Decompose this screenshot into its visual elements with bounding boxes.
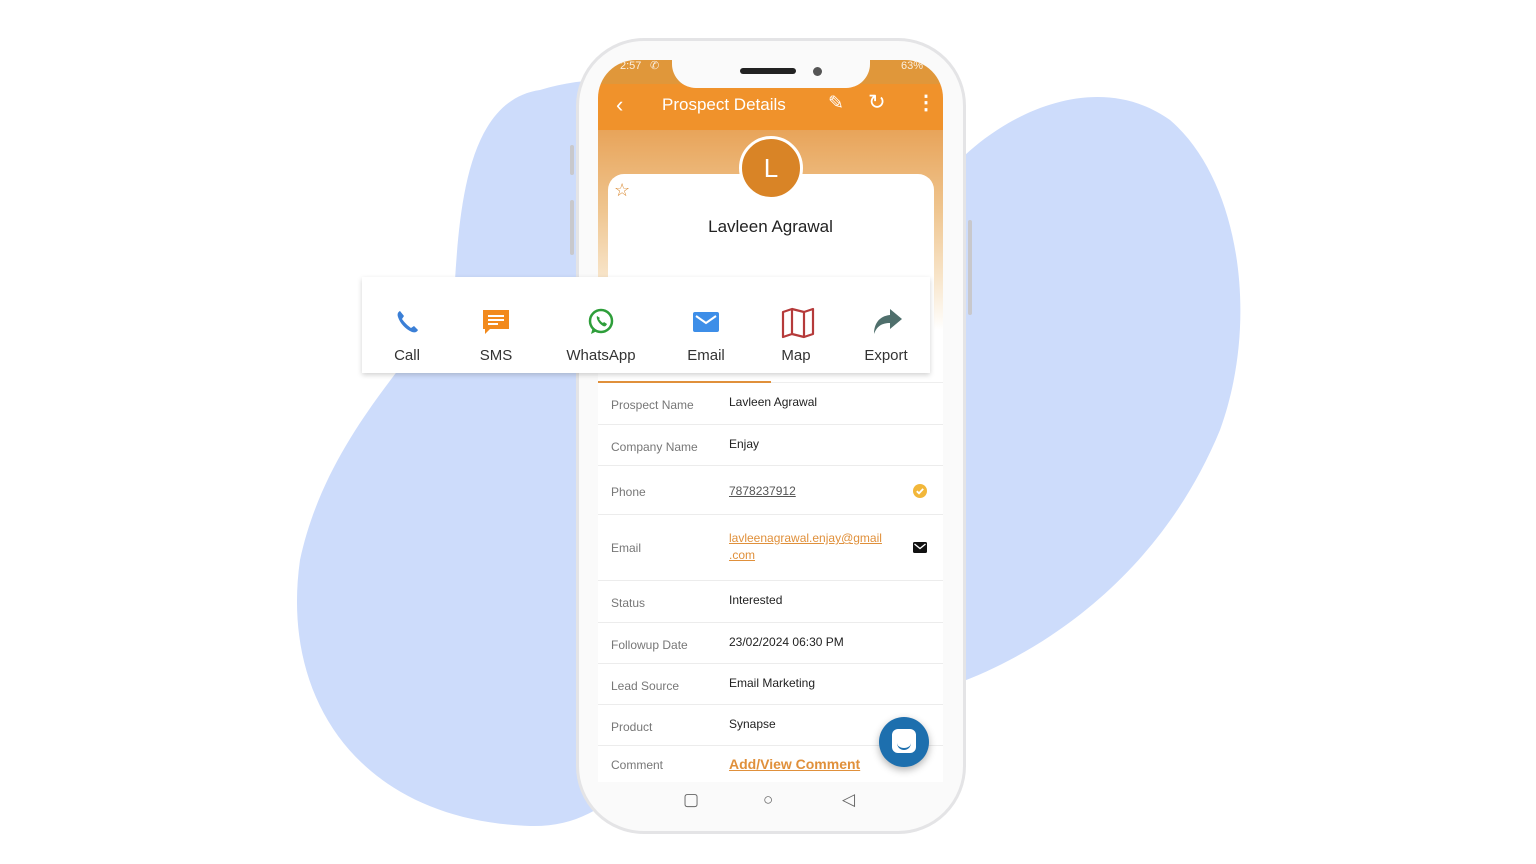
home-icon[interactable]: ○ — [763, 790, 773, 810]
refresh-icon[interactable]: ↻ — [868, 90, 886, 115]
phone-link[interactable]: 7878237912 — [729, 484, 796, 498]
detail-value: Lavleen Agrawal — [729, 395, 818, 409]
detail-label: Product — [611, 720, 653, 734]
detail-row-company-name: Company Name Enjay — [598, 425, 943, 466]
whatsapp-notification-icon: ✆ — [650, 60, 660, 72]
detail-value: Email Marketing — [729, 676, 816, 690]
star-outline-icon[interactable]: ☆ — [614, 180, 630, 201]
android-nav-bar: ▢ ○ ◁ — [598, 782, 943, 822]
action-sms[interactable]: SMS — [461, 277, 531, 373]
detail-label: Lead Source — [611, 679, 680, 693]
action-label: WhatsApp — [566, 347, 636, 364]
detail-row-followup-date: Followup Date 23/02/2024 06:30 PM — [598, 623, 943, 664]
detail-value: 23/02/2024 06:30 PM — [729, 635, 844, 649]
phone-screen: 2:57 ✆ 63% ‹ Prospect Details ✎ ↻ ⋮ ☆ L … — [598, 60, 943, 822]
detail-label: Comment — [611, 758, 664, 772]
detail-label: Phone — [611, 485, 646, 499]
detail-row-prospect-name: Prospect Name Lavleen Agrawal — [598, 383, 943, 425]
speaker-grille — [740, 68, 796, 74]
page-title: Prospect Details — [662, 95, 786, 114]
email-link[interactable]: lavleenagrawal.enjay@gmail .com — [729, 530, 899, 564]
chevron-left-icon[interactable]: ‹ — [616, 92, 623, 118]
email-line-1: lavleenagrawal.enjay@gmail — [729, 531, 882, 545]
action-label: Export — [864, 347, 908, 364]
front-camera — [813, 67, 822, 76]
quick-actions-bar: Call SMS WhatsApp Email Map Export — [362, 277, 930, 373]
action-label: SMS — [479, 347, 513, 364]
pencil-icon[interactable]: ✎ — [828, 92, 844, 115]
detail-row-status: Status Interested — [598, 581, 943, 623]
detail-value: Interested — [729, 593, 783, 607]
phone-notch — [672, 50, 870, 88]
action-email[interactable]: Email — [671, 277, 741, 373]
add-view-comment-link[interactable]: Add/View Comment — [729, 756, 860, 772]
action-call[interactable]: Call — [372, 277, 442, 373]
status-time: 2:57 — [620, 60, 642, 72]
phone-side-button — [570, 145, 574, 175]
envelope-icon[interactable] — [913, 542, 927, 556]
detail-label: Followup Date — [611, 638, 688, 652]
action-export[interactable]: Export — [851, 277, 921, 373]
phone-icon — [392, 307, 422, 337]
action-whatsapp[interactable]: WhatsApp — [556, 277, 646, 373]
action-map[interactable]: Map — [761, 277, 831, 373]
detail-label: Email — [611, 541, 642, 555]
detail-row-phone: Phone 7878237912 — [598, 466, 943, 515]
battery-level: 63% — [900, 60, 923, 72]
detail-value: Synapse — [729, 717, 776, 731]
detail-row-lead-source: Lead Source Email Marketing — [598, 664, 943, 705]
detail-label: Status — [611, 596, 646, 610]
action-label: Call — [394, 347, 420, 364]
share-arrow-icon — [871, 307, 902, 337]
phone-side-button — [968, 220, 972, 315]
action-label: Map — [781, 347, 811, 364]
phone-side-button — [570, 200, 574, 255]
detail-label: Prospect Name — [611, 398, 694, 412]
recent-apps-icon[interactable]: ▢ — [683, 790, 699, 810]
profile-name: Lavleen Agrawal — [708, 217, 833, 236]
avatar: L — [739, 136, 803, 200]
detail-row-email: Email lavleenagrawal.enjay@gmail .com — [598, 515, 943, 581]
verified-check-icon — [913, 484, 927, 501]
action-label: Email — [687, 347, 725, 364]
sms-icon — [481, 307, 511, 337]
detail-value: Enjay — [729, 437, 760, 451]
detail-label: Company Name — [611, 440, 698, 454]
email-line-2: .com — [729, 548, 756, 562]
back-triangle-icon[interactable]: ◁ — [842, 790, 855, 810]
avatar-initial: L — [763, 152, 779, 183]
email-icon — [691, 307, 721, 337]
map-icon — [781, 307, 815, 339]
whatsapp-icon — [586, 307, 616, 337]
more-vertical-icon[interactable]: ⋮ — [916, 90, 936, 115]
chat-support-button[interactable] — [879, 717, 929, 767]
app-bar: ‹ Prospect Details ✎ ↻ ⋮ — [598, 84, 943, 130]
